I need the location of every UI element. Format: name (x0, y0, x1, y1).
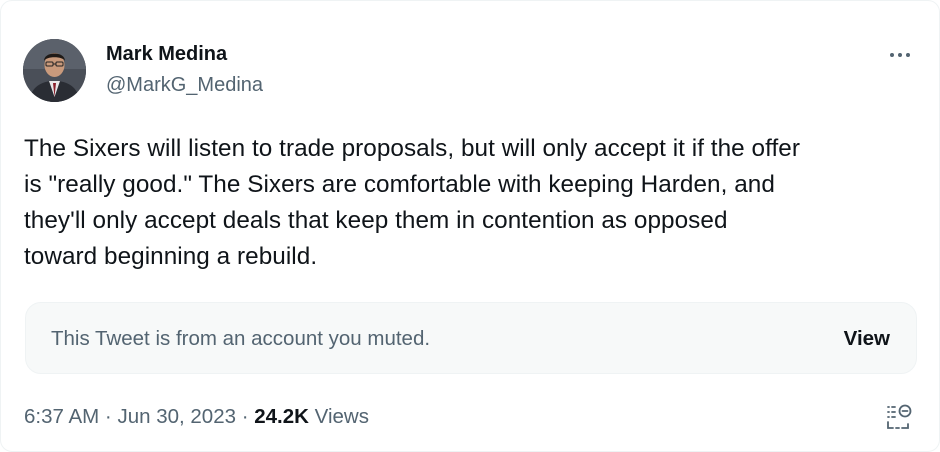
tweet-meta: 6:37 AM · Jun 30, 2023 · 24.2K Views (24, 405, 369, 429)
tweet-text-line: they'll only accept deals that keep them… (24, 207, 728, 234)
tweet-text: The Sixers will listen to trade proposal… (24, 131, 924, 275)
view-button[interactable]: View (844, 327, 890, 351)
tweet-text-line: toward beginning a rebuild. (24, 243, 318, 270)
tweet-date[interactable]: Jun 30, 2023 (117, 405, 236, 428)
author-handle[interactable]: @MarkG_Medina (106, 73, 263, 97)
more-options-button[interactable] (887, 45, 913, 65)
author-block: Mark Medina @MarkG_Medina (106, 42, 263, 97)
muted-notice-text: This Tweet is from an account you muted. (51, 327, 431, 350)
author-display-name[interactable]: Mark Medina (106, 42, 263, 66)
muted-quote-notice: This Tweet is from an account you muted.… (25, 302, 917, 374)
summary-icon (887, 404, 912, 429)
tweet-text-line: is "really good." The Sixers are comfort… (24, 171, 775, 198)
avatar-photo (23, 39, 86, 102)
tweet-text-line: The Sixers will listen to trade proposal… (24, 135, 800, 162)
meta-separator: · (241, 405, 249, 428)
views-label: Views (314, 405, 369, 428)
meta-separator: · (104, 405, 112, 428)
views-count: 24.2K (254, 405, 309, 428)
summary-button[interactable] (885, 403, 915, 433)
tweet-card: Mark Medina @MarkG_Medina The Sixers wil… (0, 0, 940, 452)
avatar[interactable] (23, 39, 86, 102)
tweet-time[interactable]: 6:37 AM (24, 405, 99, 428)
